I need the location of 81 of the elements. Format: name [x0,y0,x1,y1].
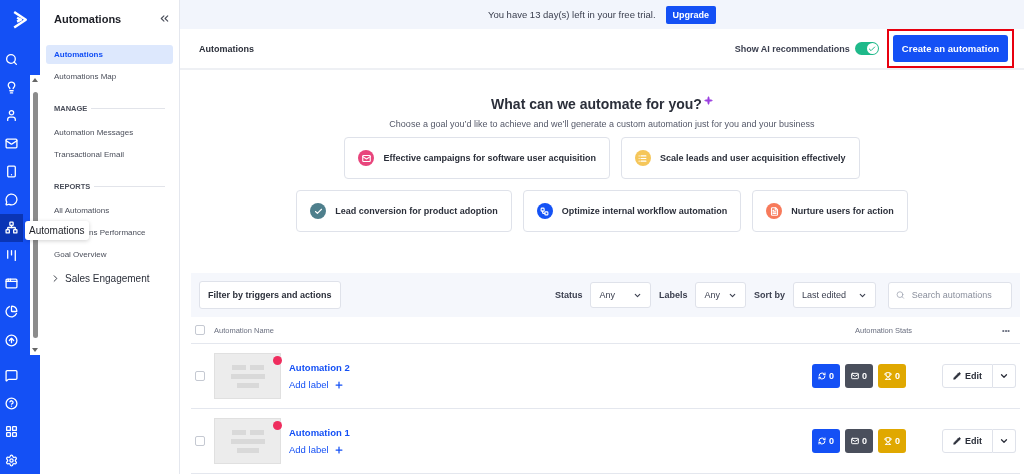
section-title: What can we automate for you? [491,96,702,113]
dropdown-button[interactable] [993,364,1016,388]
section-subtitle: Choose a goal you’d like to achieve and we’ll generate a custom automation just for you and your business [389,119,815,130]
sidebar-title: Automations [54,12,122,25]
workflow-preview [214,418,281,464]
window-icon [4,277,18,291]
envelope-icon [4,137,18,151]
goal-card[interactable]: Nurture users for action [752,190,908,233]
filter-button[interactable]: Filter by triggers and actions [199,281,341,310]
plus-icon [333,379,344,390]
filter-label: Status [554,290,583,301]
search-field[interactable]: Search automations [888,281,1012,309]
dropdown-button[interactable] [993,429,1016,453]
settings-icon [4,453,18,467]
refresh-icon [817,372,826,380]
goals-stat: 0 [878,429,906,453]
chat-bubble-icon [4,193,18,207]
edit-button[interactable]: Edit [942,429,993,453]
hierarchy-icon [4,221,18,235]
add-label-link[interactable]: Add label [289,444,807,455]
plus-icon [333,444,344,455]
status-dropdown[interactable]: Any [590,282,651,309]
logo-icon[interactable] [11,10,29,30]
trial-message: You have 13 day(s) left in your free trial. [487,9,656,21]
help-icon [4,397,18,411]
apps-grid-icon [4,425,18,439]
edit-button[interactable]: Edit [942,364,993,388]
row-checkbox[interactable] [195,371,205,381]
ai-toggle[interactable] [854,42,879,56]
create-automation-button[interactable]: Create an automation [892,35,1008,63]
goal-card[interactable]: Lead conversion for product adoption [296,190,512,233]
check-icon [868,44,877,53]
filter-label: Labels [658,290,688,301]
envelope-icon [850,372,859,380]
runs-stat: 0 [811,364,840,388]
page-title: Automations [199,43,255,54]
row-checkbox[interactable] [195,436,205,446]
pencil-icon [953,437,961,445]
refresh-icon [817,437,826,445]
sidebar-group[interactable]: Sales Engagement [46,267,173,290]
upload-icon [4,333,18,347]
caret-icon [999,436,1009,446]
goals-stat: 0 [878,364,906,388]
caret-icon [999,371,1009,381]
labels-dropdown[interactable]: Any [695,282,746,309]
emails-stat: 0 [844,429,873,453]
sort-dropdown[interactable]: Last edited [792,282,876,309]
trophy-icon [884,437,892,445]
sidebar-item[interactable]: Goal Overview [46,245,173,264]
envelope-icon [850,437,859,445]
message-icon [4,369,18,383]
filter-label: Sort by [753,290,785,301]
upgrade-button[interactable]: Upgrade [665,5,717,24]
automation-name-link[interactable]: Automation 2 [289,362,807,373]
search-icon [4,52,18,66]
select-all-checkbox[interactable] [195,325,205,336]
trophy-icon [884,372,892,380]
workflow-preview [214,353,281,399]
collapse-icon[interactable] [158,12,171,25]
toggle-label: Show AI recommendations [734,43,850,54]
emails-stat: 0 [844,364,873,388]
sidebar-item[interactable]: Automation Messages [46,123,173,142]
pencil-icon [953,372,961,380]
sparkle-icon [703,96,713,106]
goal-card[interactable]: Optimize internal workflow automation [522,190,742,233]
search-icon [896,290,905,301]
sidebar-item[interactable]: Automations [46,45,173,64]
tooltip: Automations [25,221,89,240]
columns-icon [4,249,18,263]
add-label-link[interactable]: Add label [289,379,807,390]
phone-icon [4,165,18,179]
goal-card[interactable]: Effective campaigns for software user acquisition [344,137,610,180]
goal-card[interactable]: Scale leads and user acquisition effectively [621,137,860,180]
sidebar-item[interactable]: Transactional Email [46,145,173,164]
pie-chart-icon [4,305,18,319]
rail-button[interactable] [0,213,23,242]
automation-name-link[interactable]: Automation 1 [289,427,807,438]
sidebar-item[interactable]: Automations Map [46,67,173,86]
sidebar-item[interactable]: All Automations [46,201,173,220]
person-icon [4,109,18,122]
runs-stat: 0 [811,429,840,453]
